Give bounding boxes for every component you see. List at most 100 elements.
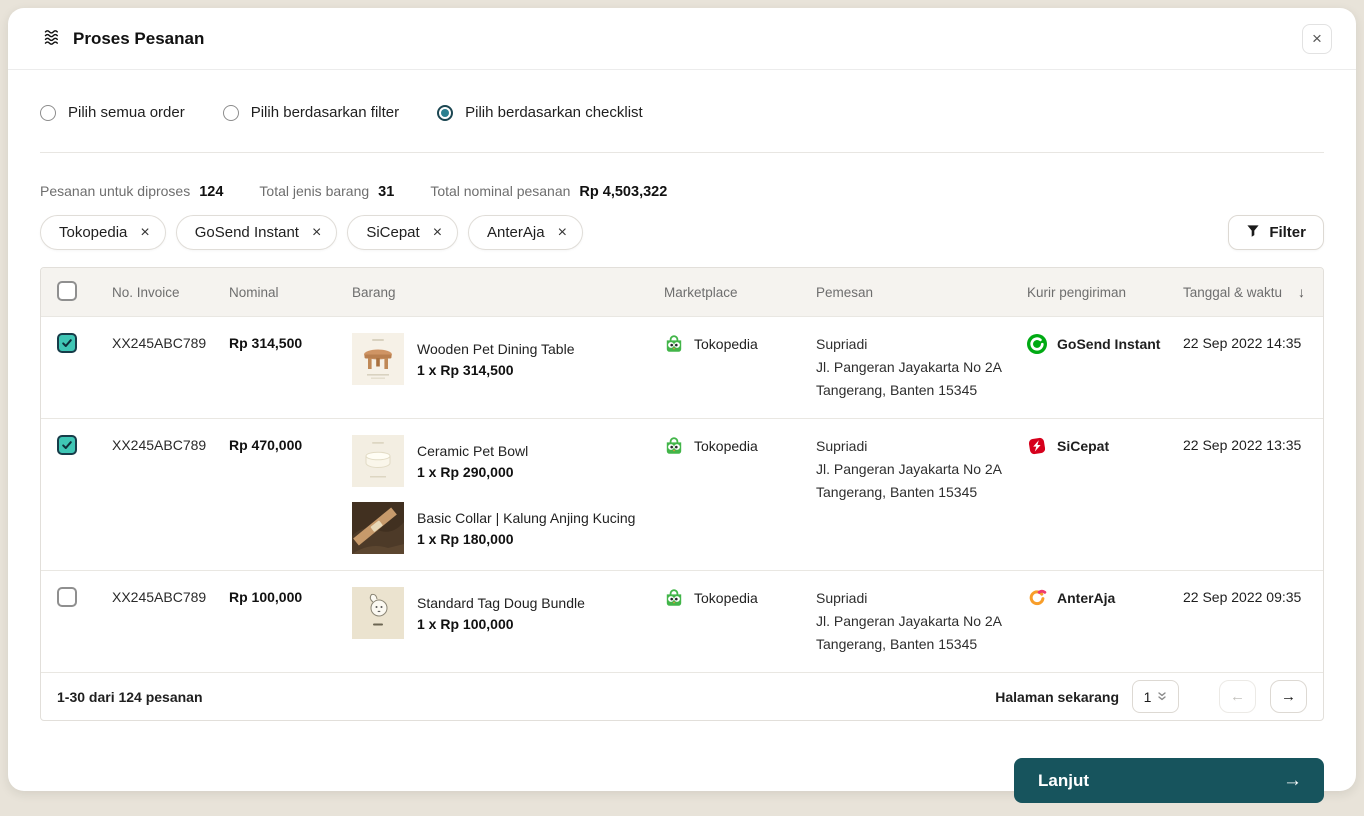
customer-address-line2: Tangerang, Banten 15345	[816, 633, 1027, 656]
stat-label: Pesanan untuk diproses	[40, 183, 190, 199]
column-header-barang: Barang	[352, 285, 664, 300]
chip-label: AnterAja	[487, 224, 545, 241]
summary-stat: Total nominal pesanan Rp 4,503,322	[430, 183, 667, 200]
courier-cell: GoSend Instant	[1027, 333, 1183, 354]
radio-pilih-berdasarkan-filter[interactable]: Pilih berdasarkan filter	[223, 104, 399, 121]
marketplace-cell: Tokopedia	[664, 587, 816, 608]
customer-address-line1: Jl. Pangeran Jayakarta No 2A	[816, 458, 1027, 481]
next-page-button[interactable]: →	[1270, 680, 1307, 713]
column-header-invoice: No. Invoice	[112, 285, 229, 300]
product-item: Wooden Pet Dining Table 1 x Rp 314,500	[352, 333, 644, 385]
sicepat-icon	[1027, 436, 1047, 456]
column-header-kurir: Kurir pengiriman	[1027, 285, 1183, 300]
column-header-tanggal: Tanggal & waktu	[1183, 285, 1282, 300]
row-checkbox[interactable]	[57, 333, 77, 353]
chip-label: GoSend Instant	[195, 224, 299, 241]
checkmark-icon	[61, 439, 73, 451]
results-range-text: 1-30 dari 124 pesanan	[57, 689, 203, 705]
remove-chip-icon[interactable]: ×	[433, 225, 442, 241]
tokopedia-icon	[664, 436, 684, 456]
filter-chip[interactable]: Tokopedia ×	[40, 215, 166, 250]
column-header-pemesan: Pemesan	[816, 285, 1027, 300]
courier-cell: SiCepat	[1027, 435, 1183, 456]
customer-cell: Supriadi Jl. Pangeran Jayakarta No 2A Ta…	[816, 435, 1027, 504]
column-header-marketplace: Marketplace	[664, 285, 816, 300]
radio-label: Pilih berdasarkan filter	[251, 104, 399, 121]
process-order-modal: Proses Pesanan × Pilih semua order Pilih…	[8, 8, 1356, 791]
product-item: Ceramic Pet Bowl 1 x Rp 290,000	[352, 435, 644, 487]
table-header-row: No. Invoice Nominal Barang Marketplace P…	[41, 268, 1323, 316]
customer-address-line1: Jl. Pangeran Jayakarta No 2A	[816, 356, 1027, 379]
customer-name: Supriadi	[816, 435, 1027, 458]
customer-name: Supriadi	[816, 587, 1027, 610]
customer-cell: Supriadi Jl. Pangeran Jayakarta No 2A Ta…	[816, 333, 1027, 402]
order-nominal: Rp 470,000	[229, 435, 352, 453]
chip-label: SiCepat	[366, 224, 419, 241]
divider	[40, 152, 1324, 153]
product-name: Ceramic Pet Bowl	[417, 443, 528, 459]
stat-label: Total jenis barang	[259, 183, 369, 199]
select-all-checkbox[interactable]	[57, 281, 77, 301]
close-button[interactable]: ×	[1302, 24, 1332, 54]
marketplace-cell: Tokopedia	[664, 435, 816, 456]
radio-label: Pilih semua order	[68, 104, 185, 121]
order-nominal: Rp 100,000	[229, 587, 352, 605]
order-datetime: 22 Sep 2022 14:35	[1183, 333, 1307, 351]
courier-cell: AnterAja	[1027, 587, 1183, 608]
order-items: Wooden Pet Dining Table 1 x Rp 314,500	[352, 333, 664, 385]
order-items: Ceramic Pet Bowl 1 x Rp 290,000 Basic Co…	[352, 435, 664, 554]
order-row: XX245ABC789 Rp 470,000 Ceramic Pet Bowl …	[41, 418, 1323, 570]
order-nominal: Rp 314,500	[229, 333, 352, 351]
order-row: XX245ABC789 Rp 314,500 Wooden Pet Dining…	[41, 316, 1323, 418]
radio-pilih-semua-order[interactable]: Pilih semua order	[40, 104, 185, 121]
filter-chip[interactable]: AnterAja ×	[468, 215, 583, 250]
product-item: Basic Collar | Kalung Anjing Kucing 1 x …	[352, 502, 644, 554]
product-name: Standard Tag Doug Bundle	[417, 595, 585, 611]
page-title: Proses Pesanan	[73, 29, 204, 49]
filter-button[interactable]: Filter	[1228, 215, 1324, 250]
sort-descending-icon[interactable]: ↓	[1298, 284, 1305, 300]
invoice-number: XX245ABC789	[112, 333, 229, 351]
filter-chip[interactable]: GoSend Instant ×	[176, 215, 338, 250]
courier-name: AnterAja	[1057, 590, 1115, 606]
marketplace-name: Tokopedia	[694, 438, 758, 454]
customer-name: Supriadi	[816, 333, 1027, 356]
modal-header: Proses Pesanan ×	[8, 8, 1356, 70]
current-page-label: Halaman sekarang	[995, 689, 1119, 705]
wooden-table-photo	[352, 333, 404, 385]
marketplace-name: Tokopedia	[694, 590, 758, 606]
continue-button[interactable]: Lanjut →	[1014, 758, 1324, 803]
product-qty-price: 1 x Rp 314,500	[417, 362, 574, 378]
orders-table: No. Invoice Nominal Barang Marketplace P…	[40, 267, 1324, 721]
filter-chip[interactable]: SiCepat ×	[347, 215, 458, 250]
remove-chip-icon[interactable]: ×	[312, 225, 321, 241]
page-select-dropdown[interactable]: 1	[1132, 680, 1179, 713]
row-checkbox[interactable]	[57, 587, 77, 607]
order-row: XX245ABC789 Rp 100,000 Standard Tag Doug…	[41, 570, 1323, 672]
active-filter-chips: Tokopedia×GoSend Instant×SiCepat×AnterAj…	[40, 215, 583, 250]
customer-address-line2: Tangerang, Banten 15345	[816, 481, 1027, 504]
tag-bundle-photo	[352, 587, 404, 639]
order-datetime: 22 Sep 2022 13:35	[1183, 435, 1307, 453]
collar-photo	[352, 502, 404, 554]
tokopedia-icon	[664, 334, 684, 354]
customer-cell: Supriadi Jl. Pangeran Jayakarta No 2A Ta…	[816, 587, 1027, 656]
courier-name: GoSend Instant	[1057, 336, 1160, 352]
anteraja-icon	[1027, 588, 1047, 608]
row-checkbox[interactable]	[57, 435, 77, 455]
table-footer: 1-30 dari 124 pesanan Halaman sekarang 1…	[41, 672, 1323, 720]
prev-page-button[interactable]: ←	[1219, 680, 1256, 713]
radio-pilih-berdasarkan-checklist[interactable]: Pilih berdasarkan checklist	[437, 104, 643, 121]
radio-circle-icon	[40, 105, 56, 121]
remove-chip-icon[interactable]: ×	[558, 225, 567, 241]
remove-chip-icon[interactable]: ×	[140, 225, 149, 241]
marketplace-name: Tokopedia	[694, 336, 758, 352]
stat-value: Rp 4,503,322	[579, 184, 667, 200]
stat-value: 124	[199, 184, 223, 200]
ceramic-bowl-photo	[352, 435, 404, 487]
radio-circle-icon	[437, 105, 453, 121]
chip-label: Tokopedia	[59, 224, 127, 241]
checkmark-icon	[61, 337, 73, 349]
courier-name: SiCepat	[1057, 438, 1109, 454]
marketplace-cell: Tokopedia	[664, 333, 816, 354]
